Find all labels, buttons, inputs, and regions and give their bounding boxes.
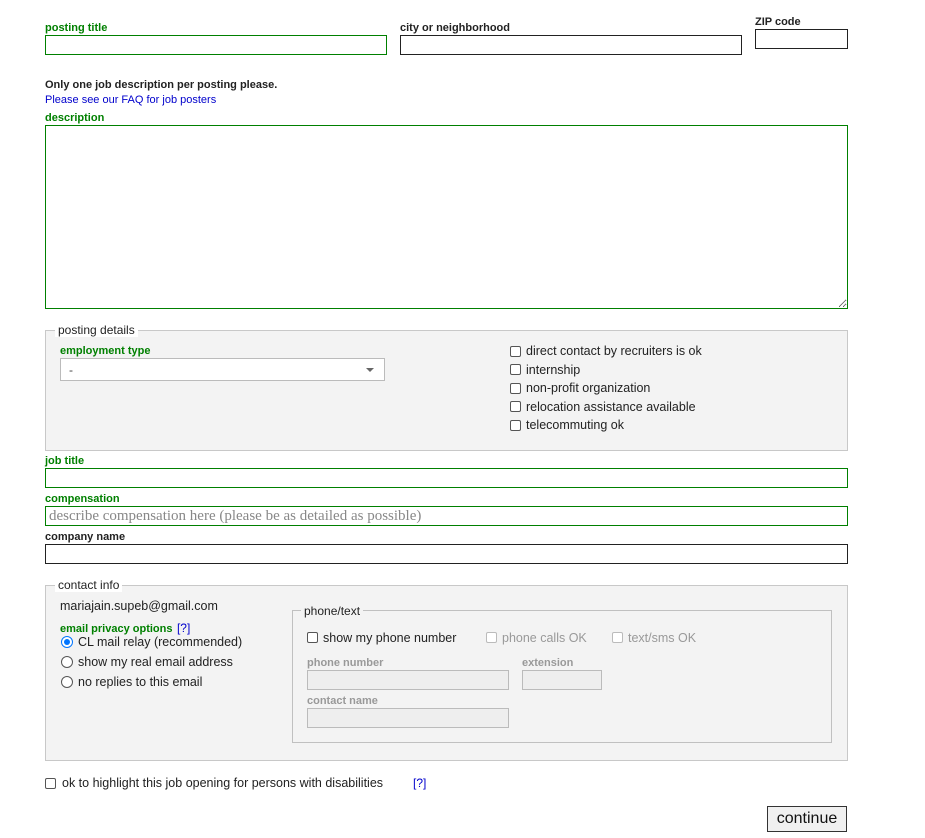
compensation-input[interactable] <box>45 506 848 526</box>
telecommuting-checkbox[interactable] <box>510 420 521 431</box>
posting-details-fieldset <box>45 330 848 451</box>
relocation-label: relocation assistance available <box>526 400 696 414</box>
company-name-label: company name <box>45 531 126 543</box>
contact-name-label: contact name <box>307 695 378 707</box>
faq-link[interactable]: Please see our FAQ for job posters <box>45 94 216 106</box>
one-job-warning: Only one job description per posting ple… <box>45 79 278 91</box>
relocation-checkbox[interactable] <box>510 401 521 412</box>
zip-label: ZIP code <box>755 16 801 28</box>
description-label: description <box>45 112 105 124</box>
privacy-options-label: email privacy options <box>60 623 173 635</box>
disability-label: ok to highlight this job opening for per… <box>62 776 384 790</box>
non-profit-label: non-profit organization <box>526 381 651 395</box>
show-email-radio[interactable] <box>61 656 73 668</box>
chevron-down-icon <box>366 368 374 372</box>
disability-help-link[interactable]: [?] <box>413 776 426 790</box>
compensation-label: compensation <box>45 493 120 505</box>
description-textarea[interactable] <box>45 125 848 309</box>
company-name-input[interactable] <box>45 544 848 564</box>
phone-calls-label: phone calls OK <box>502 631 587 645</box>
employment-type-label: employment type <box>60 345 151 357</box>
contact-name-input[interactable] <box>307 708 509 728</box>
job-title-label: job title <box>45 455 85 467</box>
non-profit-checkbox[interactable] <box>510 383 521 394</box>
phone-number-label: phone number <box>307 657 384 669</box>
mail-relay-label: CL mail relay (recommended) <box>78 635 243 649</box>
mail-relay-radio[interactable] <box>61 636 73 648</box>
telecommuting-label: telecommuting ok <box>526 418 624 432</box>
disability-checkbox[interactable] <box>45 778 56 789</box>
job-title-input[interactable] <box>45 468 848 488</box>
recruiters-ok-label: direct contact by recruiters is ok <box>526 344 702 358</box>
account-email: mariajain.supeb@gmail.com <box>60 599 218 613</box>
show-phone-checkbox[interactable] <box>307 632 318 643</box>
posting-title-input[interactable] <box>45 35 387 55</box>
posting-title-label: posting title <box>45 22 108 34</box>
phone-text-legend: phone/text <box>301 604 364 618</box>
show-email-label: show my real email address <box>78 655 233 669</box>
zip-input[interactable] <box>755 29 848 49</box>
phone-number-input[interactable] <box>307 670 509 690</box>
extension-label: extension <box>522 657 574 669</box>
internship-checkbox[interactable] <box>510 364 521 375</box>
sms-ok-checkbox[interactable] <box>612 632 623 643</box>
no-replies-radio[interactable] <box>61 676 73 688</box>
contact-info-legend: contact info <box>55 578 123 592</box>
employment-type-value: - <box>69 363 73 377</box>
phone-calls-checkbox[interactable] <box>486 632 497 643</box>
employment-type-select[interactable]: - <box>60 358 385 381</box>
extension-input[interactable] <box>522 670 602 690</box>
internship-label: internship <box>526 363 581 377</box>
posting-details-legend: posting details <box>55 323 138 337</box>
sms-ok-label: text/sms OK <box>628 631 697 645</box>
no-replies-label: no replies to this email <box>78 675 203 689</box>
continue-button[interactable]: continue <box>767 806 847 832</box>
show-phone-label: show my phone number <box>323 631 457 645</box>
recruiters-ok-checkbox[interactable] <box>510 346 521 357</box>
privacy-help-link[interactable]: [?] <box>177 621 190 635</box>
city-label: city or neighborhood <box>400 22 510 34</box>
city-input[interactable] <box>400 35 742 55</box>
